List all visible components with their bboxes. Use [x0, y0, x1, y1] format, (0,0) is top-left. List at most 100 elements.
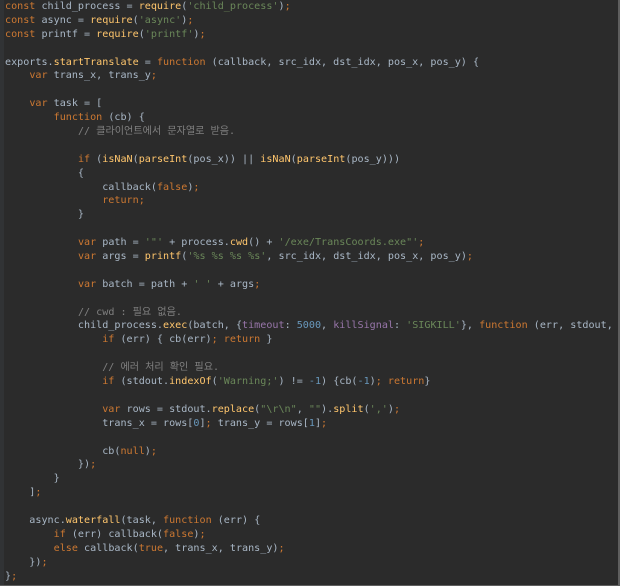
code-token: if [102, 376, 115, 388]
code-line[interactable] [5, 347, 615, 361]
code-line[interactable]: if (isNaN(parseInt(pos_x)) || isNaN(pars… [5, 153, 615, 167]
code-area[interactable]: const child_process = require ('child_pro… [5, 0, 615, 583]
code-line[interactable]: callback(false); [5, 181, 615, 195]
code-token: else [53, 542, 78, 554]
code-token: return; [102, 195, 145, 207]
code-token: false [163, 528, 194, 540]
code-line[interactable] [5, 500, 615, 514]
code-line[interactable]: function (cb) { [5, 111, 615, 125]
code-editor[interactable]: const child_process = require ('child_pro… [0, 0, 620, 586]
code-token: }) [5, 459, 91, 471]
code-token: } [5, 473, 60, 485]
code-token: "\r\n" [260, 403, 297, 415]
code-token: ' ' [193, 278, 212, 290]
code-token: { [5, 167, 85, 179]
code-line[interactable]: var task = [ [5, 97, 615, 111]
code-line[interactable] [5, 83, 615, 97]
code-line[interactable] [5, 292, 615, 306]
code-line[interactable]: }); [5, 556, 615, 570]
code-token: (stdout. [114, 376, 170, 388]
code-line[interactable]: }; [5, 570, 615, 584]
code-token: }) [5, 556, 42, 568]
code-token: 'child_process' [187, 1, 279, 12]
code-token: -1 [308, 376, 322, 388]
code-line[interactable]: async.waterfall(task, function (err) { [5, 514, 615, 528]
code-token: ',' [369, 403, 388, 415]
code-token: ; [278, 542, 285, 554]
code-token: // 클라이언트에서 문자열로 받음. [77, 126, 236, 138]
code-line[interactable]: { [5, 167, 615, 181]
code-token: // 에러 처리 확인 필요. [102, 362, 220, 374]
code-token: timeout [242, 320, 285, 332]
code-token: }, [460, 320, 480, 332]
code-line[interactable]: if (stdout.indexOf('Warning;') != -1) {c… [5, 375, 615, 389]
code-token: (cb) { [102, 112, 145, 124]
code-line[interactable]: ]; [5, 486, 615, 500]
code-line[interactable] [5, 431, 615, 445]
code-line[interactable]: // 클라이언트에서 문자열로 받음. [5, 125, 615, 139]
code-line[interactable] [5, 139, 615, 153]
code-token: function [156, 56, 206, 68]
code-token: trans_x, trans_y [47, 70, 151, 82]
code-line[interactable]: var args = printf('%s %s %s %s', src_idx… [5, 250, 615, 264]
code-line[interactable]: // 에러 처리 확인 필요. [5, 361, 615, 375]
code-line[interactable]: child_process.exec(batch, {timeout: 5000… [5, 319, 615, 333]
code-line[interactable]: if (err) callback(false); [5, 528, 615, 542]
code-line[interactable]: cb(null); [5, 445, 615, 459]
code-token: (batch, { [187, 320, 243, 332]
code-line[interactable] [5, 42, 615, 56]
code-token: + process. [163, 237, 230, 249]
code-line[interactable]: } [5, 472, 615, 486]
code-line[interactable]: const async = require('async'); [5, 14, 615, 28]
code-token: printf [144, 251, 182, 263]
code-line[interactable]: // cwd : 필요 없음. [5, 306, 615, 320]
code-line[interactable]: return; [5, 194, 615, 208]
code-token: "" [308, 403, 322, 415]
code-token: ). [321, 403, 334, 415]
code-token: } [260, 334, 273, 346]
code-token: trans_x = rows[ [5, 417, 194, 429]
code-token: '"' [144, 237, 164, 249]
code-token: ; [199, 28, 206, 40]
code-line[interactable]: const child_process = require('child_pro… [5, 0, 615, 14]
code-token: async = [35, 14, 91, 26]
code-token: false [156, 181, 188, 193]
code-token: 'printf' [144, 28, 194, 40]
code-line[interactable] [5, 389, 615, 403]
code-line[interactable] [5, 222, 615, 236]
code-line[interactable] [5, 264, 615, 278]
code-token: callback( [5, 181, 157, 193]
code-line[interactable]: exports.startTranslate = function (callb… [5, 56, 615, 70]
code-token: var [77, 251, 97, 263]
code-token: startTranslate [53, 56, 139, 68]
code-token: } [424, 376, 431, 388]
code-line[interactable]: var path = '"' + process.cwd() + '/exe/T… [5, 236, 615, 250]
code-line[interactable]: const printf = require('printf'); [5, 28, 615, 42]
code-line[interactable]: var trans_x, trans_y; [5, 69, 615, 83]
code-line[interactable]: else callback(true, trans_x, trans_y); [5, 542, 615, 556]
code-token: = [138, 56, 157, 68]
code-token: ; [187, 14, 194, 26]
code-token: var [102, 403, 121, 415]
code-line[interactable]: }); [5, 458, 615, 472]
code-token: cwd [229, 237, 249, 249]
code-token: (err) callback( [65, 528, 164, 540]
code-token: cb( [5, 445, 121, 457]
code-line[interactable]: var batch = path + ' ' + args; [5, 278, 615, 292]
code-token: (callback, src_idx, dst_idx, pos_x, pos_… [205, 56, 480, 68]
code-line[interactable]: trans_x = rows[0]; trans_y = rows[1]; [5, 417, 615, 431]
code-line[interactable]: if (err) { cb(err); return } [5, 333, 615, 347]
code-token: replace [211, 403, 255, 415]
code-line[interactable]: } [5, 208, 615, 222]
code-token: ; [11, 570, 18, 582]
code-line[interactable]: var rows = stdout.replace("\r\n", "").sp… [5, 403, 615, 417]
code-token: if [77, 153, 91, 165]
